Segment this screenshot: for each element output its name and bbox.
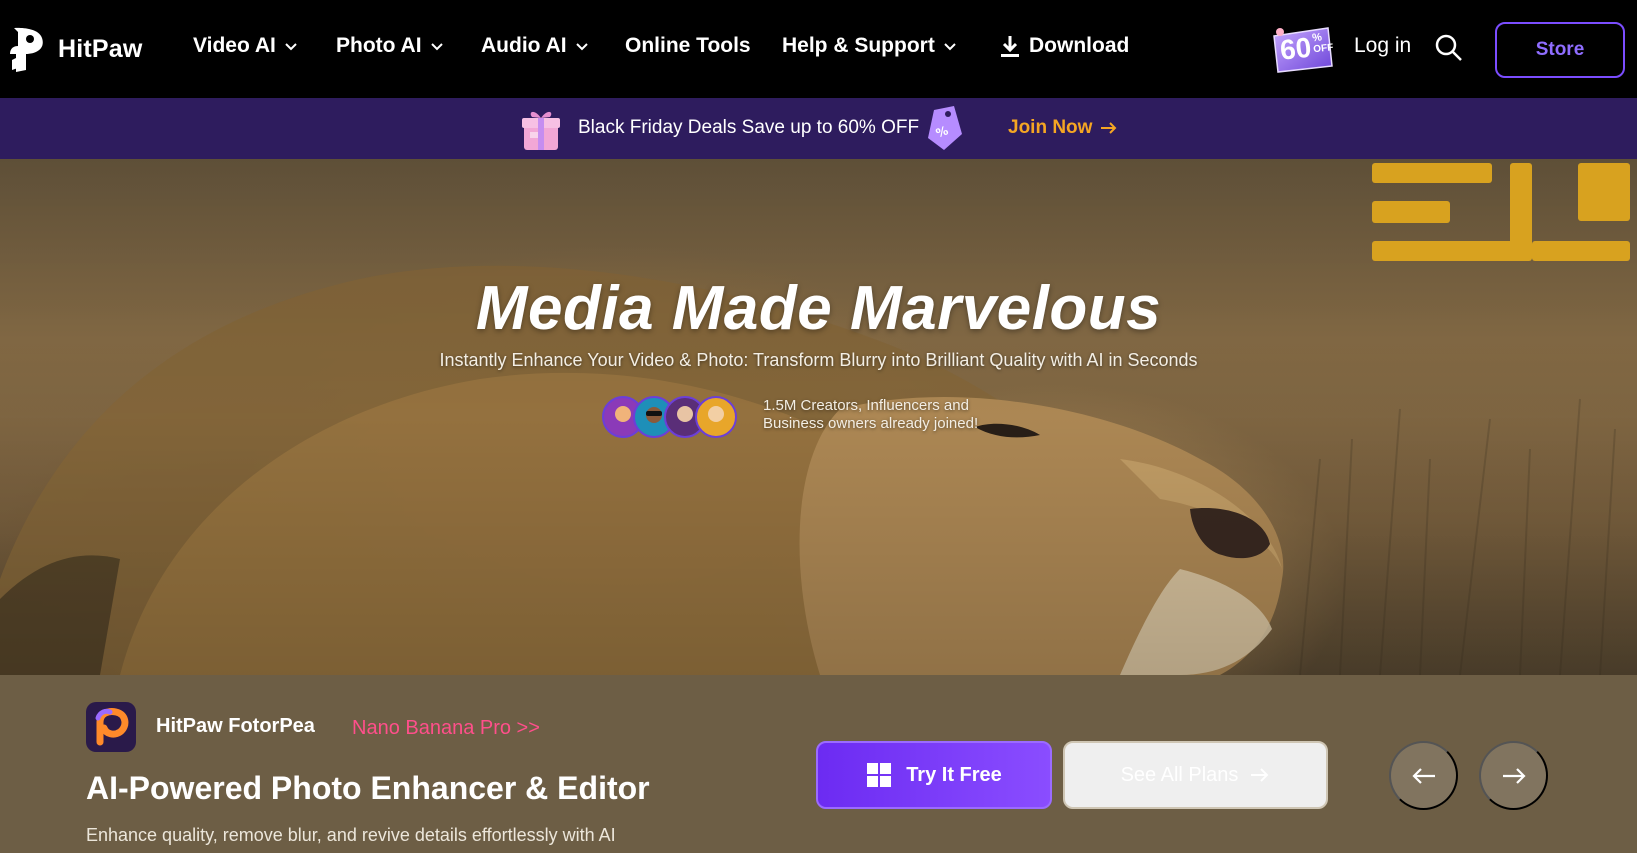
- discount-note: OFF: [1312, 42, 1334, 56]
- try-it-free-button[interactable]: Try It Free: [816, 741, 1052, 809]
- nav-photo-ai[interactable]: Photo AI: [336, 34, 444, 58]
- join-now-label: Join Now: [1008, 117, 1093, 138]
- hero-subtitle: Instantly Enhance Your Video & Photo: Tr…: [439, 350, 1198, 370]
- store-button[interactable]: Store: [1495, 22, 1625, 78]
- fotorpea-app-icon[interactable]: [86, 702, 136, 752]
- nav-audio-ai-label: Audio AI: [481, 34, 567, 57]
- download-icon: [1001, 36, 1019, 57]
- nav-online-tools-label: Online Tools: [625, 34, 751, 57]
- arrow-right-icon: [1101, 122, 1117, 134]
- search-icon[interactable]: [1434, 33, 1464, 63]
- nav-online-tools[interactable]: Online Tools: [625, 34, 751, 58]
- hitpaw-logo[interactable]: HitPaw: [8, 24, 143, 74]
- login-link[interactable]: Log in: [1354, 34, 1411, 58]
- arrow-left-icon: [1411, 767, 1435, 784]
- carousel-prev-button[interactable]: [1389, 741, 1458, 810]
- gift-box-icon: [522, 111, 560, 150]
- discount-60-off-badge[interactable]: 60 % OFF: [1268, 20, 1336, 76]
- price-tag-icon: %: [928, 106, 962, 150]
- see-all-plans-label: See All Plans: [1120, 763, 1239, 786]
- discount-value: 60: [1278, 31, 1313, 66]
- nav-help-support[interactable]: Help & Support: [782, 34, 957, 58]
- promo-text: Black Friday Deals Save up to 60% OFF: [578, 117, 920, 138]
- arrow-right-icon: [1251, 768, 1269, 782]
- nano-banana-pro-link[interactable]: Nano Banana Pro >>: [352, 717, 540, 740]
- nav-audio-ai[interactable]: Audio AI: [481, 34, 589, 58]
- try-it-free-label: Try It Free: [906, 763, 1002, 786]
- hero-section: Media Made Marvelous Instantly Enhance Y…: [0, 159, 1637, 675]
- product-description: Enhance quality, remove blur, and revive…: [86, 825, 616, 845]
- app-name: HitPaw FotorPea: [156, 715, 315, 737]
- social-proof-text: 1.5M Creators, Influencers and Business …: [763, 397, 978, 433]
- brand-name: HitPaw: [58, 34, 143, 63]
- creator-avatars: [602, 396, 737, 438]
- product-panel: HitPaw FotorPea Nano Banana Pro >> AI-Po…: [0, 675, 1637, 853]
- chevron-down-icon: [430, 43, 443, 51]
- windows-icon: [867, 763, 892, 787]
- promo-banner: Black Friday Deals Save up to 60% OFF % …: [0, 98, 1637, 159]
- nav-help-support-label: Help & Support: [782, 34, 935, 57]
- hitpaw-logo-icon: [10, 27, 43, 72]
- nav-download[interactable]: Download: [999, 34, 1129, 58]
- product-title: AI-Powered Photo Enhancer & Editor: [86, 770, 650, 806]
- chevron-down-icon: [575, 43, 588, 51]
- see-all-plans-button[interactable]: See All Plans: [1063, 741, 1328, 809]
- chevron-down-icon: [944, 43, 956, 51]
- nav-video-ai-label: Video AI: [193, 34, 276, 57]
- arrow-right-icon: [1502, 767, 1526, 784]
- join-now-link[interactable]: Join Now: [1008, 117, 1118, 139]
- carousel-next-button[interactable]: [1479, 741, 1548, 810]
- nav-photo-ai-label: Photo AI: [336, 34, 422, 57]
- nav-download-label: Download: [1029, 34, 1130, 57]
- top-navbar: HitPaw Video AI Photo AI Audio AI Online…: [0, 0, 1637, 98]
- yellow-graphic-deco: [1372, 163, 1630, 261]
- social-proof-line-2: Business owners already joined!: [763, 415, 979, 432]
- hero-title: Media Made Marvelous: [475, 274, 1162, 343]
- nav-video-ai[interactable]: Video AI: [193, 34, 298, 58]
- social-proof-line-1: 1.5M Creators, Influencers and: [763, 397, 969, 414]
- chevron-down-icon: [285, 43, 297, 51]
